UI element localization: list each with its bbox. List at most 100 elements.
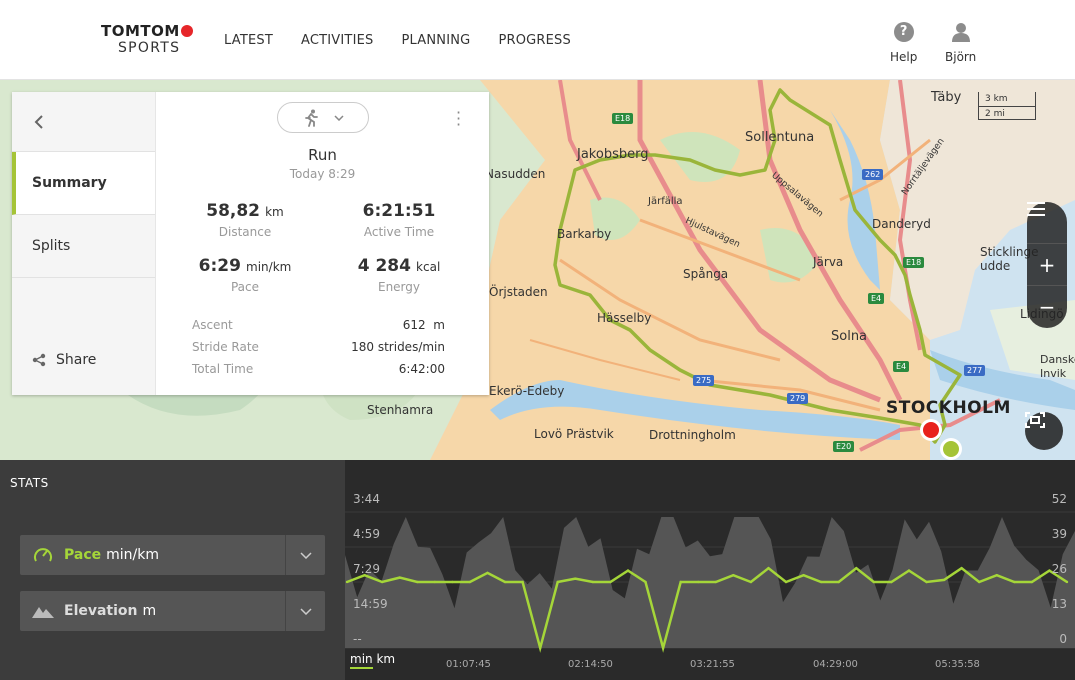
y-right-tick: 26 bbox=[1051, 562, 1067, 576]
map-label: Danske Invik bbox=[1040, 353, 1075, 380]
pace-point bbox=[521, 580, 524, 584]
detail-label: Stride Rate bbox=[192, 340, 259, 354]
user-menu-button[interactable]: Björn bbox=[945, 22, 976, 64]
activity-date: Today 8:29 bbox=[289, 167, 356, 181]
pace-point bbox=[855, 567, 858, 570]
metric-selector-pace[interactable]: Pace min/km bbox=[20, 535, 325, 575]
pace-point bbox=[451, 580, 454, 584]
nav-planning[interactable]: PLANNING bbox=[401, 33, 470, 48]
pace-point bbox=[1013, 580, 1016, 584]
nav-activities[interactable]: ACTIVITIES bbox=[301, 33, 373, 48]
logo-line2: SPORTS bbox=[118, 40, 181, 56]
nav-progress[interactable]: PROGRESS bbox=[498, 33, 571, 48]
logo-line1: TOMTOM bbox=[101, 22, 180, 40]
road-shield: 277 bbox=[964, 365, 986, 376]
pace-point bbox=[380, 580, 384, 584]
scale-mi: 2 mi bbox=[978, 106, 1036, 120]
share-button[interactable]: Share bbox=[32, 352, 96, 368]
stat-distance: 58,82 km Distance bbox=[160, 201, 330, 239]
pace-point bbox=[591, 580, 595, 584]
detail-value: 612 m bbox=[402, 318, 445, 332]
logo-dot-icon bbox=[180, 25, 193, 37]
pace-point bbox=[925, 580, 928, 584]
more-options-icon[interactable]: · · · bbox=[456, 105, 461, 133]
tomtom-sports-logo[interactable]: TOMTOM SPORTS bbox=[101, 22, 193, 56]
pace-point bbox=[468, 580, 472, 584]
help-button[interactable]: ? Help bbox=[890, 22, 917, 64]
share-icon bbox=[32, 353, 46, 367]
y-left-tick: 4:59 bbox=[353, 527, 380, 541]
metric-selector-elevation[interactable]: Elevation m bbox=[20, 591, 325, 631]
zoom-in-button[interactable]: + bbox=[1027, 244, 1067, 286]
main-nav: LATEST ACTIVITIES PLANNING PROGRESS bbox=[224, 33, 599, 48]
map-controls: + − bbox=[1027, 202, 1067, 328]
pace-point bbox=[872, 580, 876, 584]
detail-label: Ascent bbox=[192, 318, 233, 332]
pace-point bbox=[416, 580, 419, 584]
road-shield: 275 bbox=[693, 375, 715, 386]
share-label: Share bbox=[56, 352, 97, 368]
map-label: Järfälla bbox=[648, 196, 683, 207]
detail-row-stride-rate: Stride Rate 180 strides/min bbox=[192, 340, 445, 354]
map-label: Örjstaden bbox=[489, 285, 548, 299]
fit-route-button[interactable] bbox=[1025, 412, 1063, 450]
energy-unit: kcal bbox=[416, 260, 441, 274]
tab-splits[interactable]: Splits bbox=[12, 215, 155, 278]
stat-active-time: 6:21:51 Active Time bbox=[314, 201, 484, 239]
pace-point bbox=[995, 574, 998, 577]
zoom-out-button[interactable]: − bbox=[1027, 286, 1067, 328]
legend-secondary: km bbox=[376, 652, 396, 666]
y-left-tick: -- bbox=[353, 632, 362, 646]
active-time-value: 6:21:51 bbox=[362, 201, 436, 221]
pace-point bbox=[960, 567, 963, 570]
map-label: Danderyd bbox=[872, 217, 931, 231]
detail-row-total-time: Total Time 6:42:00 bbox=[192, 362, 445, 376]
pace-point bbox=[1030, 580, 1034, 584]
fit-to-route-icon bbox=[1025, 412, 1045, 428]
x-tick: 03:21:55 bbox=[690, 659, 735, 670]
y-left-tick: 3:44 bbox=[353, 492, 380, 506]
map-label: Täby bbox=[931, 90, 962, 105]
activity-type-dropdown[interactable] bbox=[277, 102, 369, 133]
detail-value: 180 strides/min bbox=[351, 340, 445, 354]
activity-panel: Summary Splits Share · · · Run Today 8:29 … bbox=[12, 92, 489, 395]
pace-point bbox=[433, 580, 437, 584]
road-shield: 279 bbox=[787, 393, 809, 404]
y-left-tick: 7:29 bbox=[353, 562, 380, 576]
pace-point bbox=[538, 646, 542, 650]
pace-point bbox=[503, 580, 507, 584]
tab-summary[interactable]: Summary bbox=[12, 152, 155, 215]
legend-primary: min bbox=[350, 652, 373, 669]
road-shield: E4 bbox=[893, 361, 910, 372]
distance-label: Distance bbox=[218, 225, 272, 239]
pace-point bbox=[486, 571, 489, 575]
nav-latest[interactable]: LATEST bbox=[224, 33, 273, 48]
chevron-down-icon bbox=[334, 114, 344, 121]
map-label: Ekerö-Edeby bbox=[489, 384, 565, 398]
back-button[interactable] bbox=[12, 92, 155, 152]
map-scale: 3 km 2 mi bbox=[978, 92, 1036, 122]
pace-unit: min/km bbox=[246, 260, 292, 274]
metric-unit: m bbox=[142, 603, 157, 619]
y-right-tick: 39 bbox=[1051, 527, 1067, 541]
pace-point bbox=[398, 576, 401, 579]
map-label: Barkarby bbox=[557, 227, 612, 241]
map-label: Stenhamra bbox=[367, 403, 434, 417]
x-tick: 02:14:50 bbox=[568, 659, 613, 670]
metric-unit: min/km bbox=[106, 547, 160, 563]
y-right-tick: 0 bbox=[1059, 632, 1067, 646]
pace-label: Pace bbox=[230, 280, 260, 294]
speedometer-icon bbox=[34, 548, 52, 562]
chart-canvas bbox=[345, 511, 1075, 653]
detail-label: Total Time bbox=[192, 362, 254, 376]
pace-point bbox=[942, 578, 946, 582]
map-layers-menu-icon[interactable] bbox=[1027, 202, 1067, 244]
stats-chart[interactable]: 3:44 4:59 7:29 14:59 -- 52 39 26 13 0 01… bbox=[345, 460, 1075, 680]
metric-dropdown-toggle[interactable] bbox=[285, 591, 325, 631]
pace-point bbox=[556, 580, 559, 584]
metric-name: Pace bbox=[64, 547, 102, 563]
x-tick: 01:07:45 bbox=[446, 659, 491, 670]
metric-dropdown-toggle[interactable] bbox=[285, 535, 325, 575]
map-label: Järva bbox=[813, 255, 844, 269]
chevron-left-icon bbox=[34, 114, 43, 129]
